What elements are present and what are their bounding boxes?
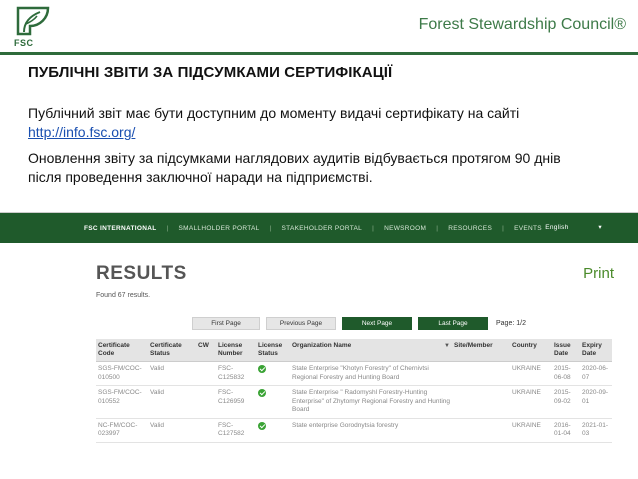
cell-certificate-status: Valid xyxy=(148,361,196,386)
nav-separator: | xyxy=(269,224,272,232)
slide-title: ПУБЛІЧНІ ЗВІТИ ЗА ПІДСУМКАМИ СЕРТИФІКАЦІ… xyxy=(28,64,393,81)
cell-expiry-date: 2021-01-03 xyxy=(580,418,612,443)
check-circle-icon xyxy=(258,421,266,430)
info-fsc-link[interactable]: http://info.fsc.org/ xyxy=(28,124,135,140)
cell-country: UKRAINE xyxy=(510,418,552,443)
nav-fsc-international[interactable]: FSC INTERNATIONAL xyxy=(84,225,157,232)
results-count: Found 67 results. xyxy=(96,292,151,299)
col-certificate-code[interactable]: Certificate Code xyxy=(96,339,148,362)
nav-stakeholder-portal[interactable]: STAKEHOLDER PORTAL xyxy=(282,225,363,232)
nav-smallholder-portal[interactable]: SMALLHOLDER PORTAL xyxy=(179,225,260,232)
table-header-row: Certificate Code Certificate Status CW L… xyxy=(96,339,612,362)
brand-name: Forest Stewardship Council® xyxy=(418,16,626,33)
col-issue-date[interactable]: Issue Date xyxy=(552,339,580,362)
cell-license-number[interactable]: FSC-C127582 xyxy=(216,418,256,443)
col-country[interactable]: Country xyxy=(510,339,552,362)
col-expiry-date[interactable]: Expiry Date xyxy=(580,339,612,362)
cell-country: UKRAINE xyxy=(510,385,552,419)
nav-separator: | xyxy=(436,224,439,232)
language-select[interactable]: English ▾ xyxy=(545,223,612,231)
cell-license-status xyxy=(256,418,290,443)
language-value: English xyxy=(545,224,569,231)
nav-separator: | xyxy=(502,224,505,232)
col-site-member[interactable]: Site/Member xyxy=(452,339,510,362)
table-row[interactable]: SGS-FM/COC-010552 Valid FSC-C126959 Stat… xyxy=(96,385,612,419)
sort-dropdown-icon[interactable]: ▼ xyxy=(444,342,450,350)
cell-expiry-date: 2020-09-01 xyxy=(580,385,612,419)
col-organization-name-label: Organization Name xyxy=(292,342,352,349)
paragraph-availability: Публічний звіт має бути доступним до мом… xyxy=(28,104,588,142)
previous-page-button[interactable]: Previous Page xyxy=(266,317,336,330)
chevron-down-icon: ▾ xyxy=(598,224,602,231)
cell-certificate-code[interactable]: NC-FM/COC-023997 xyxy=(96,418,148,443)
cell-expiry-date: 2020-06-07 xyxy=(580,361,612,386)
next-page-button[interactable]: Next Page xyxy=(342,317,412,330)
cell-cw xyxy=(196,385,216,419)
cell-certificate-status: Valid xyxy=(148,385,196,419)
cell-site-member xyxy=(452,361,510,386)
check-circle-icon xyxy=(258,365,266,373)
cell-certificate-code[interactable]: SGS-FM/COC-010552 xyxy=(96,385,148,419)
col-cw[interactable]: CW xyxy=(196,339,216,362)
cell-certificate-code[interactable]: SGS-FM/COC-010500 xyxy=(96,361,148,386)
cell-issue-date: 2015-06-08 xyxy=(552,361,580,386)
certificates-table: Certificate Code Certificate Status CW L… xyxy=(96,339,612,443)
col-license-number[interactable]: License Number xyxy=(216,339,256,362)
first-page-button[interactable]: First Page xyxy=(192,317,260,330)
last-page-button[interactable]: Last Page xyxy=(418,317,488,330)
pagination: First Page Previous Page Next Page Last … xyxy=(192,317,526,330)
results-heading: RESULTS xyxy=(96,263,187,284)
embedded-fsc-website: FSC INTERNATIONAL | SMALLHOLDER PORTAL |… xyxy=(0,212,638,479)
check-circle-icon xyxy=(258,389,266,397)
slide-header: FSC Forest Stewardship Council® xyxy=(0,0,638,56)
table-row[interactable]: NC-FM/COC-023997 Valid FSC-C127582 State… xyxy=(96,418,612,443)
header-divider xyxy=(0,52,638,55)
cell-certificate-status: Valid xyxy=(148,418,196,443)
table-row[interactable]: SGS-FM/COC-010500 Valid FSC-C125832 Stat… xyxy=(96,361,612,386)
nav-separator: | xyxy=(166,224,169,232)
nav-separator: | xyxy=(372,224,375,232)
paragraph-update: Оновлення звіту за підсумками наглядових… xyxy=(28,150,561,185)
cell-issue-date: 2016-01-04 xyxy=(552,418,580,443)
cell-license-number[interactable]: FSC-C126959 xyxy=(216,385,256,419)
col-license-status[interactable]: License Status xyxy=(256,339,290,362)
cell-license-status xyxy=(256,361,290,386)
cell-site-member xyxy=(452,418,510,443)
col-organization-name[interactable]: Organization Name ▼ xyxy=(290,339,452,362)
col-certificate-status[interactable]: Certificate Status xyxy=(148,339,196,362)
cell-cw xyxy=(196,361,216,386)
cell-country: UKRAINE xyxy=(510,361,552,386)
nav-resources[interactable]: RESOURCES xyxy=(448,225,492,232)
cell-organization-name: State enterprise Gorodnytsia forestry xyxy=(290,418,452,443)
cell-license-number[interactable]: FSC-C125832 xyxy=(216,361,256,386)
cell-issue-date: 2015-09-02 xyxy=(552,385,580,419)
site-nav-bar: FSC INTERNATIONAL | SMALLHOLDER PORTAL |… xyxy=(0,213,638,243)
cell-site-member xyxy=(452,385,510,419)
cell-organization-name: State Enterprise " Radomyshl Forestry-Hu… xyxy=(290,385,452,419)
nav-events[interactable]: EVENTS xyxy=(514,225,542,232)
print-link[interactable]: Print xyxy=(583,265,614,282)
paragraph-availability-text: Публічний звіт має бути доступним до мом… xyxy=(28,105,520,121)
fsc-logo-text: FSC xyxy=(14,38,34,48)
page-indicator: Page: 1/2 xyxy=(496,320,526,327)
cell-organization-name: State Enterprise "Khotyn Forestry" of Ch… xyxy=(290,361,452,386)
cell-cw xyxy=(196,418,216,443)
cell-license-status xyxy=(256,385,290,419)
nav-newsroom[interactable]: NEWSROOM xyxy=(384,225,426,232)
